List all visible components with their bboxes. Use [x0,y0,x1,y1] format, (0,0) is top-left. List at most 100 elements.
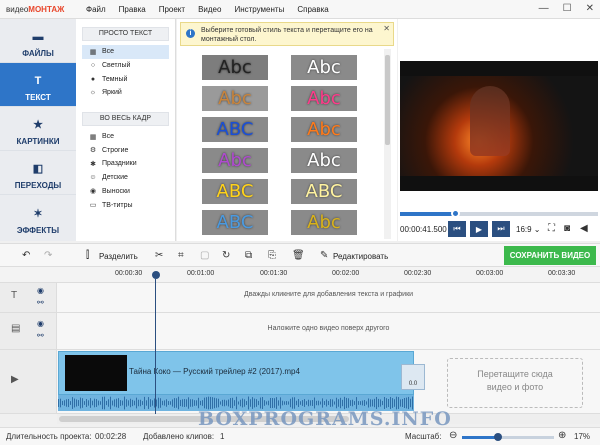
category-label: Темный [102,75,128,83]
next-frame-button[interactable]: ⏭ [492,221,510,237]
text-style-tile[interactable]: ABC [291,179,357,204]
scissors-icon[interactable]: ✂ [155,250,163,261]
timeline-ruler[interactable]: 00:00:30 00:01:00 00:01:30 00:02:00 00:0… [0,267,600,283]
waveform-bar [60,398,61,408]
minimize-button[interactable]: — [539,3,549,14]
zoom-out-icon[interactable]: ⊖ [449,430,457,441]
split-icon[interactable]: ⫿ [86,250,89,261]
waveform-bar [108,399,109,407]
close-button[interactable]: ✕ [586,3,594,14]
zoom-slider[interactable] [462,433,554,441]
aspect-ratio-select[interactable]: 16:9 ⌄ [516,225,541,234]
overlay-track[interactable]: Наложите одно видео поверх другого [57,313,600,350]
category-bright[interactable]: ☼ Яркий [76,86,175,100]
waveform-bar [342,399,343,407]
category-callouts[interactable]: ◉ Выноски [76,185,175,199]
video-clip[interactable]: Тайна Коко — Русский трейлер #2 (2017).m… [58,351,414,395]
text-style-tile[interactable]: ABC [202,117,268,142]
previous-frame-button[interactable]: ⏮ [448,221,466,237]
undo-icon[interactable]: ↶ [22,250,30,261]
waveform-bar [402,399,403,407]
menu-project[interactable]: Проект [159,5,185,14]
waveform-bar [258,400,259,406]
menu-file[interactable]: Файл [86,5,106,14]
delete-icon[interactable]: 🗑 [292,250,305,261]
category-strict[interactable]: ⚙ Строгие [76,143,175,157]
skip-forward-icon: ⏭ [497,224,505,233]
link-icon[interactable]: ⚯ [37,298,44,307]
paste-icon[interactable]: ⎘ [268,250,276,261]
waveform-bar [230,398,231,408]
zoom-in-icon[interactable]: ⊕ [558,430,566,441]
menu-video[interactable]: Видео [198,5,221,14]
category-dark[interactable]: ● Темный [76,72,175,86]
category-tv-titles[interactable]: ▭ ТВ-титры [76,198,175,212]
waveform-bar [394,399,395,407]
frame-icon[interactable]: ▢ [200,250,209,261]
playhead-line[interactable] [155,279,156,414]
category-light[interactable]: ○ Светлый [76,59,175,73]
waveform-bar [280,397,281,409]
category-kids[interactable]: ☺ Детские [76,171,175,185]
redo-icon[interactable]: ↷ [44,250,52,261]
waveform-bar [118,398,119,408]
copy-icon[interactable]: ⧉ [245,250,252,261]
waveform-bar [130,398,131,408]
menu-edit[interactable]: Правка [119,5,146,14]
split-button[interactable]: Разделить [99,252,138,261]
zoom-knob[interactable] [493,433,502,441]
text-style-tile[interactable]: ABC [202,210,268,235]
text-style-tile[interactable]: Abc [291,210,357,235]
text-style-tile[interactable]: Abc [202,148,268,173]
progress-knob[interactable] [451,209,461,218]
eye-icon[interactable]: ◉ [37,286,44,295]
edit-button[interactable]: Редактировать [333,252,388,261]
gallery-scrollbar[interactable] [384,49,391,239]
sidebar-item-pictures[interactable]: ★ КАРТИНКИ [0,107,76,151]
playback-progress[interactable] [400,209,598,218]
waveform-bar [264,400,265,406]
waveform-bar [92,400,93,406]
clips-label: Добавлено клипов: [143,432,215,441]
crop-icon[interactable]: ⌗ [178,250,184,261]
play-button[interactable]: ▶ [470,221,488,237]
link-icon[interactable]: ⚯ [37,331,44,340]
volume-icon[interactable]: ◀ [580,223,588,234]
menu-help[interactable]: Справка [297,5,328,14]
camera-icon[interactable]: ◙ [564,223,570,234]
save-video-button[interactable]: СОХРАНИТЬ ВИДЕО [504,246,596,265]
light-circle-icon: ○ [90,62,96,70]
media-drop-zone[interactable]: Перетащите сюда видео и фото [447,358,583,408]
close-hint-button[interactable]: ✕ [383,24,390,33]
waveform-bar [324,401,325,405]
category-holidays[interactable]: ✱ Праздники [76,157,175,171]
sidebar-item-text[interactable]: T ТЕКСТ [0,63,76,107]
edit-icon[interactable]: ✎ [320,250,328,261]
category-all[interactable]: ▦ Все [82,45,169,59]
sidebar-item-effects[interactable]: ✶ ЭФФЕКТЫ [0,195,76,239]
text-track[interactable]: Дважды кликните для добавления текста и … [57,283,600,313]
grid-icon: ▦ [89,48,97,56]
text-style-tile[interactable]: Abc [291,86,357,111]
waveform-bar [406,397,407,409]
waveform-bar [186,399,187,407]
rotate-icon[interactable]: ↻ [222,250,230,261]
fullscreen-icon[interactable]: ⛶ [548,223,555,234]
playhead-handle[interactable] [152,271,160,279]
category-frame-all[interactable]: ▦ Все [76,130,175,144]
text-style-tile[interactable]: Abc [291,148,357,173]
transition-slot[interactable]: 0.0 [401,364,425,390]
eye-icon[interactable]: ◉ [37,319,44,328]
sidebar-item-files[interactable]: ▬ ФАЙЛЫ [0,19,76,63]
text-style-tile[interactable]: Abc [202,55,268,80]
waveform-bar [378,398,379,408]
maximize-button[interactable]: ☐ [563,3,572,14]
text-style-tile[interactable]: Abc [202,86,268,111]
text-style-tile[interactable]: Abc [291,117,357,142]
video-preview[interactable] [400,61,598,191]
scrollbar-thumb[interactable] [385,55,390,145]
sidebar-item-transitions[interactable]: ◧ ПЕРЕХОДЫ [0,151,76,195]
text-style-tile[interactable]: ABC [202,179,268,204]
text-style-tile[interactable]: Abc [291,55,357,80]
menu-tools[interactable]: Инструменты [234,5,284,14]
